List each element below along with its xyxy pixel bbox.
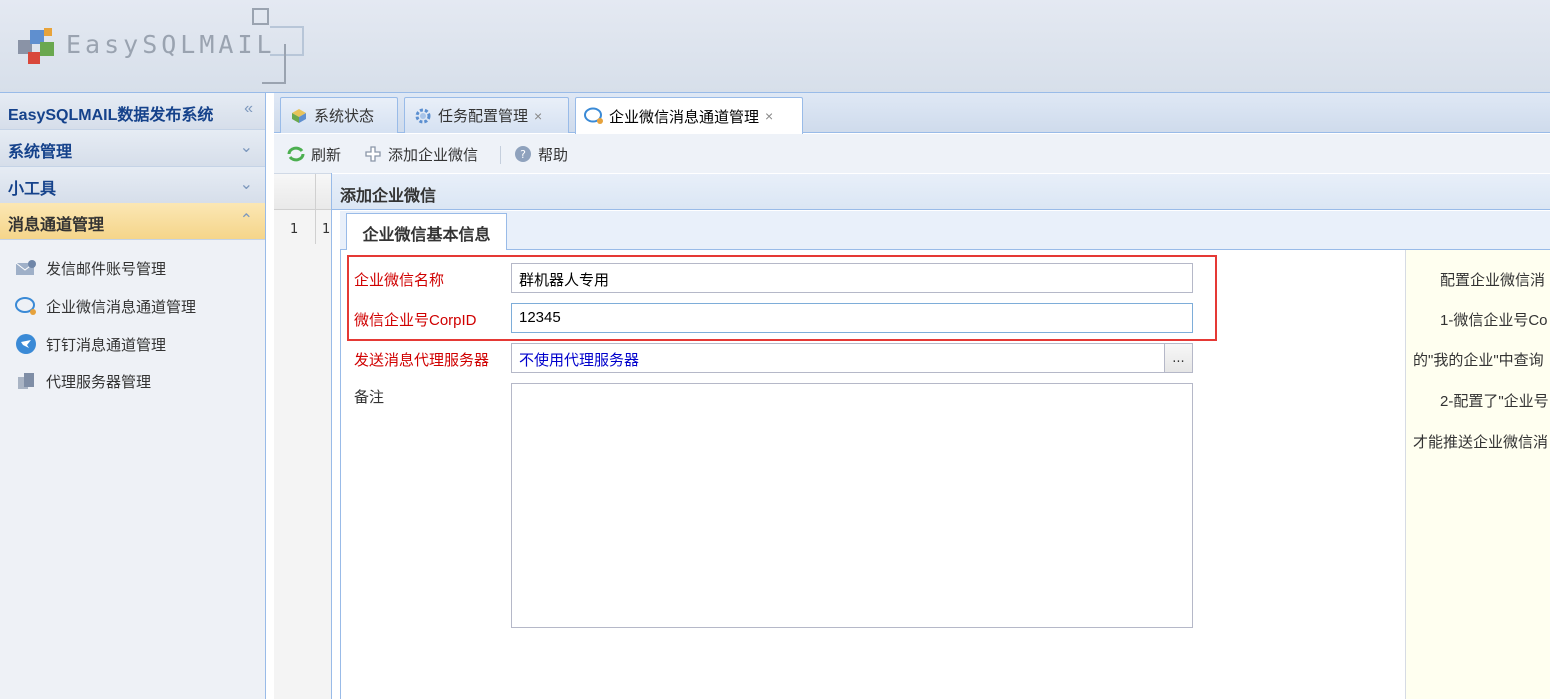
sidebar-section-label: 系统管理	[8, 144, 73, 161]
dingtalk-icon	[14, 333, 38, 355]
proxy-server-icon	[14, 370, 38, 392]
data-grid	[274, 174, 334, 699]
dialog-tab-bar	[340, 211, 1550, 250]
sidebar-section-system[interactable]: 系统管理 ⌄	[0, 130, 265, 167]
remark-textarea[interactable]	[511, 383, 1193, 628]
proxy-browse-button[interactable]: ...	[1164, 343, 1193, 373]
highlight-box	[347, 255, 1217, 341]
refresh-label: 刷新	[311, 146, 342, 164]
sidebar-item-label: 企业微信消息通道管理	[46, 298, 197, 316]
gear-icon	[413, 106, 433, 126]
proxy-server-select[interactable]: 不使用代理服务器	[511, 343, 1165, 373]
sidebar-item-label: 发信邮件账号管理	[46, 260, 167, 278]
refresh-button[interactable]: 刷新	[285, 142, 341, 166]
logo-decoration	[252, 8, 269, 25]
collapse-left-icon[interactable]: «	[244, 100, 253, 118]
close-icon[interactable]: ×	[765, 108, 773, 124]
sidebar-section-message-channel[interactable]: 消息通道管理 ⌃	[0, 203, 265, 240]
chevron-down-icon[interactable]: ⌄	[240, 137, 253, 157]
grid-row-number: 1	[290, 222, 299, 237]
add-wechat-label: 添加企业微信	[388, 146, 479, 164]
grid-cell[interactable]: 1	[322, 222, 330, 237]
plus-icon	[362, 143, 384, 165]
sidebar-section-tools[interactable]: 小工具 ⌄	[0, 167, 265, 204]
sidebar-item-mail-account[interactable]: 发信邮件账号管理	[14, 256, 166, 280]
tab-label: 企业微信消息通道管理	[609, 108, 760, 126]
sidebar-item-wechat-channel[interactable]: 企业微信消息通道管理	[14, 294, 196, 318]
wechat-chat-icon	[14, 295, 38, 317]
close-icon[interactable]: ×	[534, 108, 542, 124]
add-wechat-button[interactable]: 添加企业微信	[362, 142, 478, 166]
sidebar-header[interactable]: EasySQLMAIL数据发布系统 «	[0, 93, 265, 130]
tab-label: 系统状态	[314, 108, 375, 125]
help-label: 帮助	[538, 146, 569, 164]
help-icon: ?	[512, 143, 534, 165]
svg-text:?: ?	[520, 148, 526, 161]
logo-icon	[16, 26, 58, 68]
refresh-icon	[285, 143, 307, 165]
toolbar-separator	[500, 146, 501, 164]
help-text-line: 1-微信企业号Co	[1440, 312, 1548, 329]
logo-decoration	[262, 44, 286, 84]
help-text-line: 2-配置了"企业号	[1440, 393, 1549, 410]
wechat-chat-icon	[584, 106, 604, 126]
sidebar-item-label: 代理服务器管理	[46, 373, 152, 391]
dialog-title: 添加企业微信	[332, 174, 1550, 210]
logo-text: EasySQLMAIL	[66, 30, 276, 59]
tab-basic-info[interactable]: 企业微信基本信息	[346, 213, 507, 251]
grid-divider	[315, 174, 316, 244]
mail-account-icon	[14, 257, 38, 279]
sidebar-title: EasySQLMAIL数据发布系统	[8, 107, 214, 124]
tab-label: 任务配置管理	[438, 108, 529, 125]
chevron-up-icon[interactable]: ⌃	[240, 210, 253, 230]
help-text-line: 的"我的企业"中查询	[1413, 352, 1544, 369]
sidebar-section-label: 小工具	[8, 181, 57, 198]
remark-label: 备注	[354, 389, 385, 406]
help-text-line: 才能推送企业微信消	[1413, 434, 1549, 451]
sidebar-section-label: 消息通道管理	[8, 217, 105, 234]
grid-header	[274, 174, 334, 210]
tab-task-config[interactable]: 任务配置管理 ×	[404, 97, 569, 133]
sidebar-item-label: 钉钉消息通道管理	[46, 336, 167, 354]
chevron-down-icon[interactable]: ⌄	[240, 174, 253, 194]
tab-system-status[interactable]: 系统状态	[280, 97, 398, 133]
help-button[interactable]: ? 帮助	[512, 142, 568, 166]
help-text-line: 配置企业微信消	[1440, 272, 1546, 289]
sidebar-item-dingtalk-channel[interactable]: 钉钉消息通道管理	[14, 332, 166, 356]
system-status-icon	[289, 106, 309, 126]
sidebar-item-proxy-server[interactable]: 代理服务器管理	[14, 369, 151, 393]
tab-wechat-channel[interactable]: 企业微信消息通道管理 ×	[575, 97, 803, 134]
proxy-server-label: 发送消息代理服务器	[354, 352, 490, 369]
